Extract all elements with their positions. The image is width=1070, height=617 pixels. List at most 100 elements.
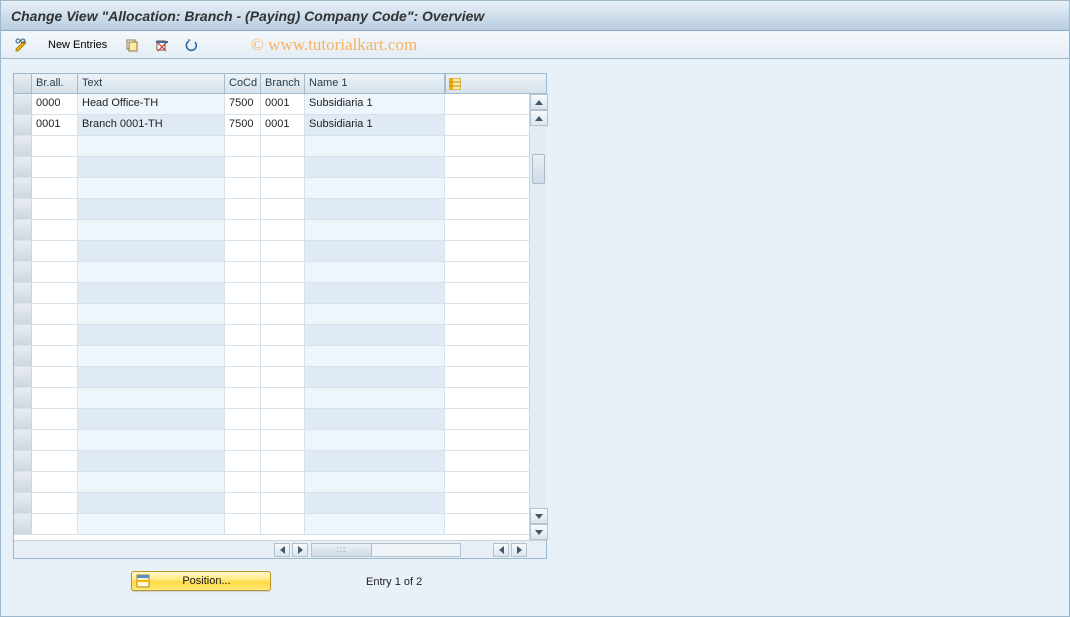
select-all-handle[interactable] bbox=[14, 74, 32, 93]
cell-cocd[interactable] bbox=[225, 157, 261, 177]
cell-branch[interactable] bbox=[261, 241, 305, 261]
cell-cocd[interactable] bbox=[225, 388, 261, 408]
cell-branch[interactable] bbox=[261, 178, 305, 198]
cell-branch[interactable] bbox=[261, 346, 305, 366]
cell-branch[interactable]: 0001 bbox=[261, 115, 305, 135]
row-selector[interactable] bbox=[14, 115, 32, 135]
display-change-toggle-button[interactable] bbox=[9, 35, 35, 55]
cell-brall[interactable] bbox=[32, 241, 78, 261]
cell-brall[interactable] bbox=[32, 472, 78, 492]
scroll-line-up-button[interactable] bbox=[530, 110, 548, 126]
position-button[interactable]: Position... bbox=[131, 571, 271, 591]
cell-brall[interactable] bbox=[32, 451, 78, 471]
cell-brall[interactable] bbox=[32, 388, 78, 408]
cell-branch[interactable]: 0001 bbox=[261, 94, 305, 114]
scroll-right-button[interactable] bbox=[292, 543, 308, 557]
row-selector[interactable] bbox=[14, 325, 32, 345]
row-selector[interactable] bbox=[14, 409, 32, 429]
cell-brall[interactable] bbox=[32, 304, 78, 324]
cell-cocd[interactable] bbox=[225, 325, 261, 345]
cell-brall[interactable] bbox=[32, 157, 78, 177]
row-selector[interactable] bbox=[14, 94, 32, 114]
undo-button[interactable] bbox=[180, 35, 204, 55]
cell-cocd[interactable] bbox=[225, 262, 261, 282]
cell-branch[interactable] bbox=[261, 304, 305, 324]
column-header-branch[interactable]: Branch bbox=[261, 74, 305, 93]
row-selector[interactable] bbox=[14, 178, 32, 198]
cell-branch[interactable] bbox=[261, 388, 305, 408]
scroll-left-button[interactable] bbox=[274, 543, 290, 557]
row-selector[interactable] bbox=[14, 262, 32, 282]
copy-as-button[interactable] bbox=[120, 35, 144, 55]
row-selector[interactable] bbox=[14, 199, 32, 219]
cell-cocd[interactable] bbox=[225, 367, 261, 387]
column-header-text[interactable]: Text bbox=[78, 74, 225, 93]
cell-brall[interactable] bbox=[32, 283, 78, 303]
row-selector[interactable] bbox=[14, 451, 32, 471]
cell-brall[interactable] bbox=[32, 514, 78, 534]
cell-branch[interactable] bbox=[261, 325, 305, 345]
column-header-brall[interactable]: Br.all. bbox=[32, 74, 78, 93]
cell-cocd[interactable] bbox=[225, 220, 261, 240]
row-selector[interactable] bbox=[14, 346, 32, 366]
column-header-cocd[interactable]: CoCd bbox=[225, 74, 261, 93]
horizontal-scroll-thumb[interactable]: ::: bbox=[312, 544, 372, 556]
cell-cocd[interactable] bbox=[225, 514, 261, 534]
cell-cocd[interactable]: 7500 bbox=[225, 94, 261, 114]
cell-cocd[interactable] bbox=[225, 199, 261, 219]
cell-brall[interactable] bbox=[32, 178, 78, 198]
row-selector[interactable] bbox=[14, 514, 32, 534]
horizontal-scroll-track[interactable]: ::: bbox=[311, 543, 461, 557]
cell-cocd[interactable] bbox=[225, 451, 261, 471]
cell-cocd[interactable] bbox=[225, 241, 261, 261]
cell-cocd[interactable]: 7500 bbox=[225, 115, 261, 135]
cell-cocd[interactable] bbox=[225, 493, 261, 513]
cell-brall[interactable]: 0001 bbox=[32, 115, 78, 135]
scroll-up-button[interactable] bbox=[530, 94, 548, 110]
cell-cocd[interactable] bbox=[225, 283, 261, 303]
cell-branch[interactable] bbox=[261, 262, 305, 282]
cell-brall[interactable] bbox=[32, 199, 78, 219]
cell-cocd[interactable] bbox=[225, 472, 261, 492]
cell-cocd[interactable] bbox=[225, 346, 261, 366]
cell-branch[interactable] bbox=[261, 451, 305, 471]
row-selector[interactable] bbox=[14, 388, 32, 408]
cell-branch[interactable] bbox=[261, 493, 305, 513]
cell-cocd[interactable] bbox=[225, 430, 261, 450]
scroll-down-button[interactable] bbox=[530, 524, 548, 540]
cell-brall[interactable] bbox=[32, 325, 78, 345]
cell-cocd[interactable] bbox=[225, 304, 261, 324]
cell-brall[interactable] bbox=[32, 220, 78, 240]
cell-branch[interactable] bbox=[261, 199, 305, 219]
row-selector[interactable] bbox=[14, 157, 32, 177]
row-selector[interactable] bbox=[14, 430, 32, 450]
cell-branch[interactable] bbox=[261, 220, 305, 240]
cell-brall[interactable] bbox=[32, 136, 78, 156]
cell-branch[interactable] bbox=[261, 514, 305, 534]
scroll-line-down-button[interactable] bbox=[530, 508, 548, 524]
cell-branch[interactable] bbox=[261, 157, 305, 177]
cell-cocd[interactable] bbox=[225, 178, 261, 198]
vertical-scroll-thumb[interactable] bbox=[532, 154, 545, 184]
cell-cocd[interactable] bbox=[225, 136, 261, 156]
row-selector[interactable] bbox=[14, 220, 32, 240]
cell-brall[interactable] bbox=[32, 262, 78, 282]
cell-branch[interactable] bbox=[261, 409, 305, 429]
cell-brall[interactable] bbox=[32, 493, 78, 513]
row-selector[interactable] bbox=[14, 283, 32, 303]
row-selector[interactable] bbox=[14, 472, 32, 492]
cell-brall[interactable] bbox=[32, 430, 78, 450]
cell-branch[interactable] bbox=[261, 430, 305, 450]
column-header-name[interactable]: Name 1 bbox=[305, 74, 445, 93]
cell-branch[interactable] bbox=[261, 136, 305, 156]
delete-button[interactable] bbox=[150, 35, 174, 55]
row-selector[interactable] bbox=[14, 241, 32, 261]
cell-brall[interactable] bbox=[32, 346, 78, 366]
cell-branch[interactable] bbox=[261, 283, 305, 303]
row-selector[interactable] bbox=[14, 367, 32, 387]
cell-branch[interactable] bbox=[261, 472, 305, 492]
cell-cocd[interactable] bbox=[225, 409, 261, 429]
scroll-left-end-button[interactable] bbox=[493, 543, 509, 557]
row-selector[interactable] bbox=[14, 136, 32, 156]
vertical-scrollbar[interactable] bbox=[529, 94, 547, 540]
